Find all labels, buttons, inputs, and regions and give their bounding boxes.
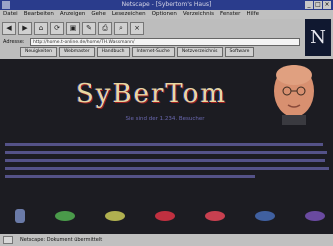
pencil-icon[interactable] — [105, 211, 125, 221]
menu-datei[interactable]: Datei — [0, 10, 21, 19]
images-button[interactable]: ▣ — [66, 21, 80, 35]
menu-gehe[interactable]: Gehe — [88, 10, 109, 19]
marker-icon[interactable] — [255, 211, 275, 221]
address-field[interactable]: http://home.t-online.de/home/TH.Wassmann… — [30, 38, 300, 46]
menu-verzeichnis[interactable]: Verzeichnis — [180, 10, 217, 19]
address-label: Adresse: — [3, 39, 25, 45]
window-title: Netscape - [Sybertom's Haus] — [121, 1, 212, 8]
minimize-button[interactable]: _ — [305, 1, 313, 9]
find-button[interactable]: ⌕ — [114, 21, 128, 35]
lips-icon[interactable] — [155, 211, 175, 221]
directory-buttons: Neuigkeiten Webmaster Handbuch Internet-… — [0, 47, 330, 57]
back-button[interactable]: ◀ — [2, 21, 16, 35]
menu-optionen[interactable]: Optionen — [149, 10, 180, 19]
browser-window: Netscape - [Sybertom's Haus] _ □ × Datei… — [0, 0, 333, 246]
site-logo: SyBerTom — [76, 79, 228, 109]
nav-button-software[interactable]: Software — [224, 47, 255, 57]
menu-bearbeiten[interactable]: Bearbeiten — [21, 10, 57, 19]
nav-button-internet-suche[interactable]: Internet-Suche — [131, 47, 175, 57]
reload-button[interactable]: ⟳ — [50, 21, 64, 35]
stop-button[interactable]: ⨯ — [130, 21, 144, 35]
maximize-button[interactable]: □ — [314, 1, 322, 9]
address-row: Adresse: http://home.t-online.de/home/TH… — [0, 37, 310, 47]
portrait-image — [274, 65, 314, 125]
visitor-counter-text: Sie sind der 1.234. Besucher — [125, 116, 205, 122]
status-text: Netscape: Dokument übermittelt — [20, 237, 103, 243]
brush-icon[interactable] — [305, 211, 325, 221]
title-bar: Netscape - [Sybertom's Haus] _ □ × — [0, 0, 333, 10]
nav-button-netzverzeichnis[interactable]: Netzverzeichnis — [176, 47, 223, 57]
robot-icon[interactable] — [15, 209, 25, 223]
page-content: SyBerTom Sie sind der 1.234. Besucher — [0, 59, 333, 234]
nav-button-handbuch[interactable]: Handbuch — [96, 47, 130, 57]
intro-text-lines — [5, 143, 329, 178]
footer-icons — [15, 207, 325, 225]
close-button[interactable]: × — [323, 1, 331, 9]
security-key-icon — [3, 236, 13, 244]
open-button[interactable]: ✎ — [82, 21, 96, 35]
nav-button-webmaster[interactable]: Webmaster — [58, 47, 95, 57]
lips-icon-2[interactable] — [205, 211, 225, 221]
home-button[interactable]: ⌂ — [34, 21, 48, 35]
toolbar: ◀ ▶ ⌂ ⟳ ▣ ✎ ⎙ ⌕ ⨯ — [0, 19, 302, 37]
menu-hilfe[interactable]: Hilfe — [243, 10, 262, 19]
nav-button-neuigkeiten[interactable]: Neuigkeiten — [20, 47, 57, 57]
status-bar: Netscape: Dokument übermittelt — [0, 234, 333, 246]
forward-button[interactable]: ▶ — [18, 21, 32, 35]
print-button[interactable]: ⎙ — [98, 21, 112, 35]
menu-anzeigen[interactable]: Anzeigen — [57, 10, 88, 19]
menu-fenster[interactable]: Fenster — [217, 10, 243, 19]
menu-bar: Datei Bearbeiten Anzeigen Gehe Lesezeich… — [0, 10, 333, 19]
spray-can-icon[interactable] — [55, 211, 75, 221]
intro-paragraph — [5, 142, 329, 185]
menu-lesezeichen[interactable]: Lesezeichen — [109, 10, 149, 19]
